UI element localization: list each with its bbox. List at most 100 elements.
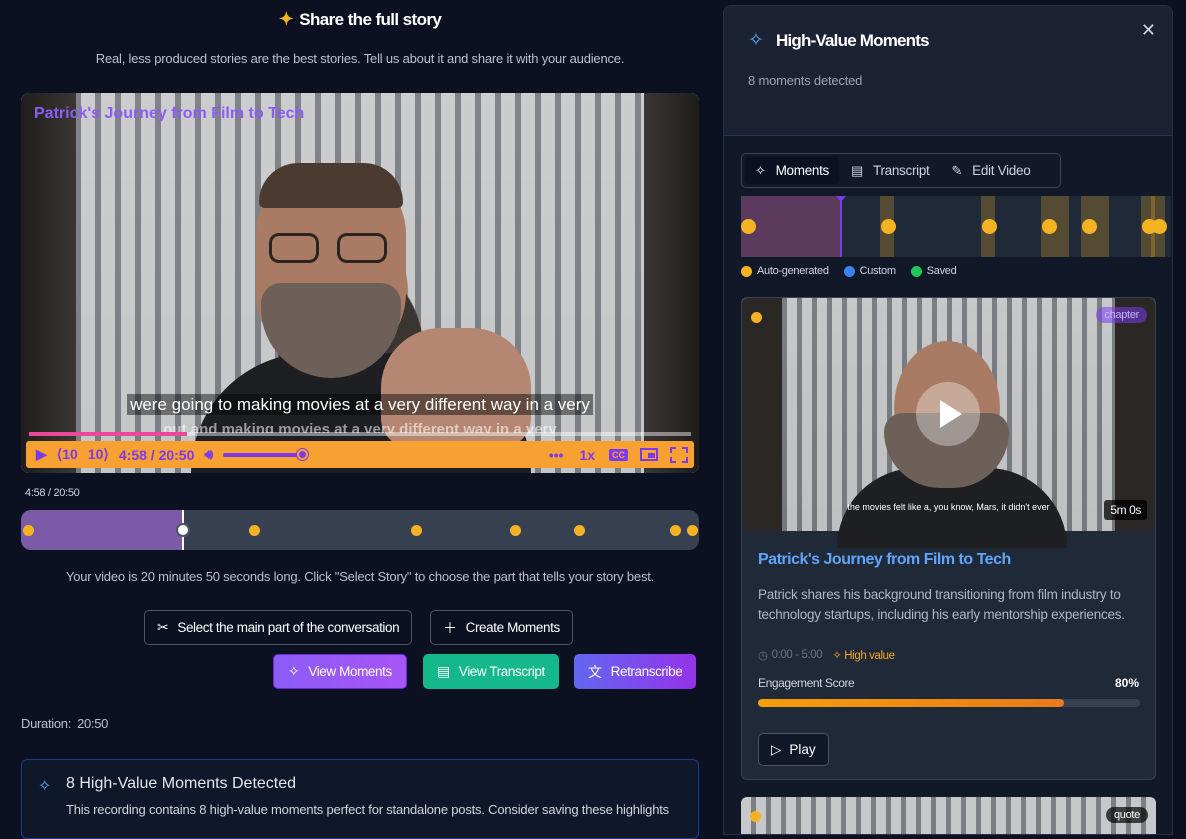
moment-marker[interactable] xyxy=(687,525,699,536)
moment-marker[interactable] xyxy=(1081,219,1097,234)
engagement-bar-fill xyxy=(758,699,1064,707)
duration-badge: 5m 0s xyxy=(1104,500,1147,520)
page-subtitle: Real, less produced stories are the best… xyxy=(95,51,625,66)
more-options-icon[interactable]: ••• xyxy=(549,447,564,463)
play-overlay-icon[interactable] xyxy=(916,382,980,446)
sparkles-icon: ✧ xyxy=(288,663,300,679)
engagement-value: 80% xyxy=(1114,676,1139,690)
close-icon[interactable]: ✕ xyxy=(1141,20,1156,41)
mini-playhead[interactable] xyxy=(835,196,846,257)
engagement-bar xyxy=(758,699,1140,707)
caption-main: were going to making movies at a very di… xyxy=(21,394,699,415)
play-icon[interactable]: ▶ xyxy=(36,446,47,463)
timeline-played xyxy=(21,510,184,550)
translate-icon: 文 xyxy=(588,663,602,680)
retranscribe-button[interactable]: 文 Retranscribe xyxy=(574,654,697,689)
tab-edit-video-label: Edit Video xyxy=(972,163,1031,178)
hint-text: Your video is 20 minutes 50 seconds long… xyxy=(65,569,655,584)
story-timeline[interactable] xyxy=(21,510,699,550)
moment-title[interactable]: Patrick's Journey from Film to Tech xyxy=(758,551,1011,569)
moment-marker[interactable] xyxy=(1151,219,1167,234)
select-main-button[interactable]: ✂ Select the main part of the conversatio… xyxy=(144,610,413,645)
video-title: Patrick's Journey from Film to Tech xyxy=(34,105,305,122)
marker-dot xyxy=(751,312,762,323)
legend-dot xyxy=(843,265,855,277)
moment-meta: ◷ 0:00 - 5:00 ✧ High value xyxy=(758,648,895,662)
moment-marker[interactable] xyxy=(22,525,34,536)
skip-back-button[interactable]: ⟨10 xyxy=(57,446,78,463)
moment-time-range: 0:00 - 5:00 xyxy=(771,649,823,661)
tab-transcript[interactable]: ▤ Transcript xyxy=(841,157,940,184)
seek-bar[interactable] xyxy=(29,432,691,436)
tab-moments[interactable]: ✧ Moments xyxy=(745,157,840,184)
play-icon: ▷ xyxy=(771,741,782,757)
duration-label: Duration: xyxy=(21,716,72,731)
marker-dot xyxy=(750,811,761,822)
time-display: 4:58 / 20:50 xyxy=(118,446,195,463)
moment-card[interactable]: quote xyxy=(741,797,1156,834)
legend-saved: Saved xyxy=(910,265,957,277)
banner-text: This recording contains 8 high-value mom… xyxy=(66,802,669,817)
play-label: Play xyxy=(789,742,816,757)
legend-label: Saved xyxy=(926,265,957,277)
legend-dot xyxy=(741,265,752,277)
volume-slider[interactable] xyxy=(223,448,309,460)
moment-marker[interactable] xyxy=(509,525,521,536)
volume-knob[interactable] xyxy=(297,448,309,460)
legend-label: Auto-generated xyxy=(757,265,829,277)
moment-type-badge: quote xyxy=(1105,807,1148,823)
clock-icon: ◷ xyxy=(758,650,768,662)
moment-marker[interactable] xyxy=(411,525,423,536)
moment-marker[interactable] xyxy=(1041,219,1057,234)
view-transcript-button[interactable]: ▤ View Transcript xyxy=(423,654,559,689)
play-button[interactable]: ▷ Play xyxy=(758,733,829,766)
high-value-label: High value xyxy=(844,650,895,662)
tab-moments-label: Moments xyxy=(775,163,830,178)
moment-description: Patrick shares his background transition… xyxy=(758,587,1125,622)
sparkles-icon: ✧ xyxy=(832,650,842,662)
sparkles-icon: ✧ xyxy=(755,162,766,178)
control-bar: ▶ ⟨10 10⟩ 4:58 / 20:50 🔊︎ ••• 1x CC xyxy=(26,441,694,468)
speed-button[interactable]: 1x xyxy=(579,447,595,463)
legend-auto-generated: Auto-generated xyxy=(741,265,829,277)
skip-forward-button[interactable]: 10⟩ xyxy=(88,446,109,463)
video-subject-hair xyxy=(259,163,403,208)
seek-bar-fill xyxy=(29,432,188,436)
view-moments-button[interactable]: ✧ View Moments xyxy=(273,654,407,689)
legend-label: Custom xyxy=(859,265,896,277)
legend-custom: Custom xyxy=(843,265,896,277)
pip-icon[interactable] xyxy=(640,448,658,461)
timeline-handle[interactable] xyxy=(176,523,191,537)
cc-button[interactable]: CC xyxy=(609,448,628,461)
panel-header: ✧ High-Value Moments 8 moments detected … xyxy=(724,6,1172,136)
skip-forward-label: 10 xyxy=(87,446,104,462)
video-frame-right xyxy=(644,93,699,473)
main-content: ✦ Share the full story Real, less produce… xyxy=(0,0,720,839)
volume-icon[interactable]: 🔊︎ xyxy=(204,446,213,463)
moment-thumbnail[interactable]: chapter the movies felt like a, you know… xyxy=(742,298,1155,548)
moment-marker[interactable] xyxy=(670,525,682,536)
skip-back-label: 10 xyxy=(62,446,78,462)
view-transcript-label: View Transcript xyxy=(458,664,545,679)
page-title-text: Share the full story xyxy=(299,10,442,29)
plus-icon: ＋ xyxy=(443,619,457,636)
engagement-label: Engagement Score xyxy=(758,676,855,690)
moments-timeline[interactable] xyxy=(741,196,1171,257)
sparkles-icon: ✧ xyxy=(748,30,764,51)
moments-panel: ✧ High-Value Moments 8 moments detected … xyxy=(723,5,1173,835)
panel-tabs: ✧ Moments ▤ Transcript ✎ Edit Video xyxy=(741,153,1061,188)
moment-marker[interactable] xyxy=(573,525,585,536)
high-value-badge: ✧ High value xyxy=(832,648,895,662)
banner-title: 8 High-Value Moments Detected xyxy=(66,775,297,792)
video-player[interactable]: Patrick's Journey from Film to Tech were… xyxy=(21,93,699,473)
tab-edit-video[interactable]: ✎ Edit Video xyxy=(942,157,1041,184)
page-title: ✦ Share the full story xyxy=(0,9,720,30)
thumb-frame-right xyxy=(1115,298,1155,531)
create-moments-button[interactable]: ＋ Create Moments xyxy=(430,610,573,645)
moment-type-badge: chapter xyxy=(1096,307,1147,323)
moment-card[interactable]: chapter the movies felt like a, you know… xyxy=(741,297,1156,780)
moments-banner: ✧ 8 High-Value Moments Detected This rec… xyxy=(21,759,699,839)
moment-marker[interactable] xyxy=(249,525,261,536)
panel-title: High-Value Moments xyxy=(776,31,930,50)
fullscreen-icon[interactable] xyxy=(670,446,688,463)
